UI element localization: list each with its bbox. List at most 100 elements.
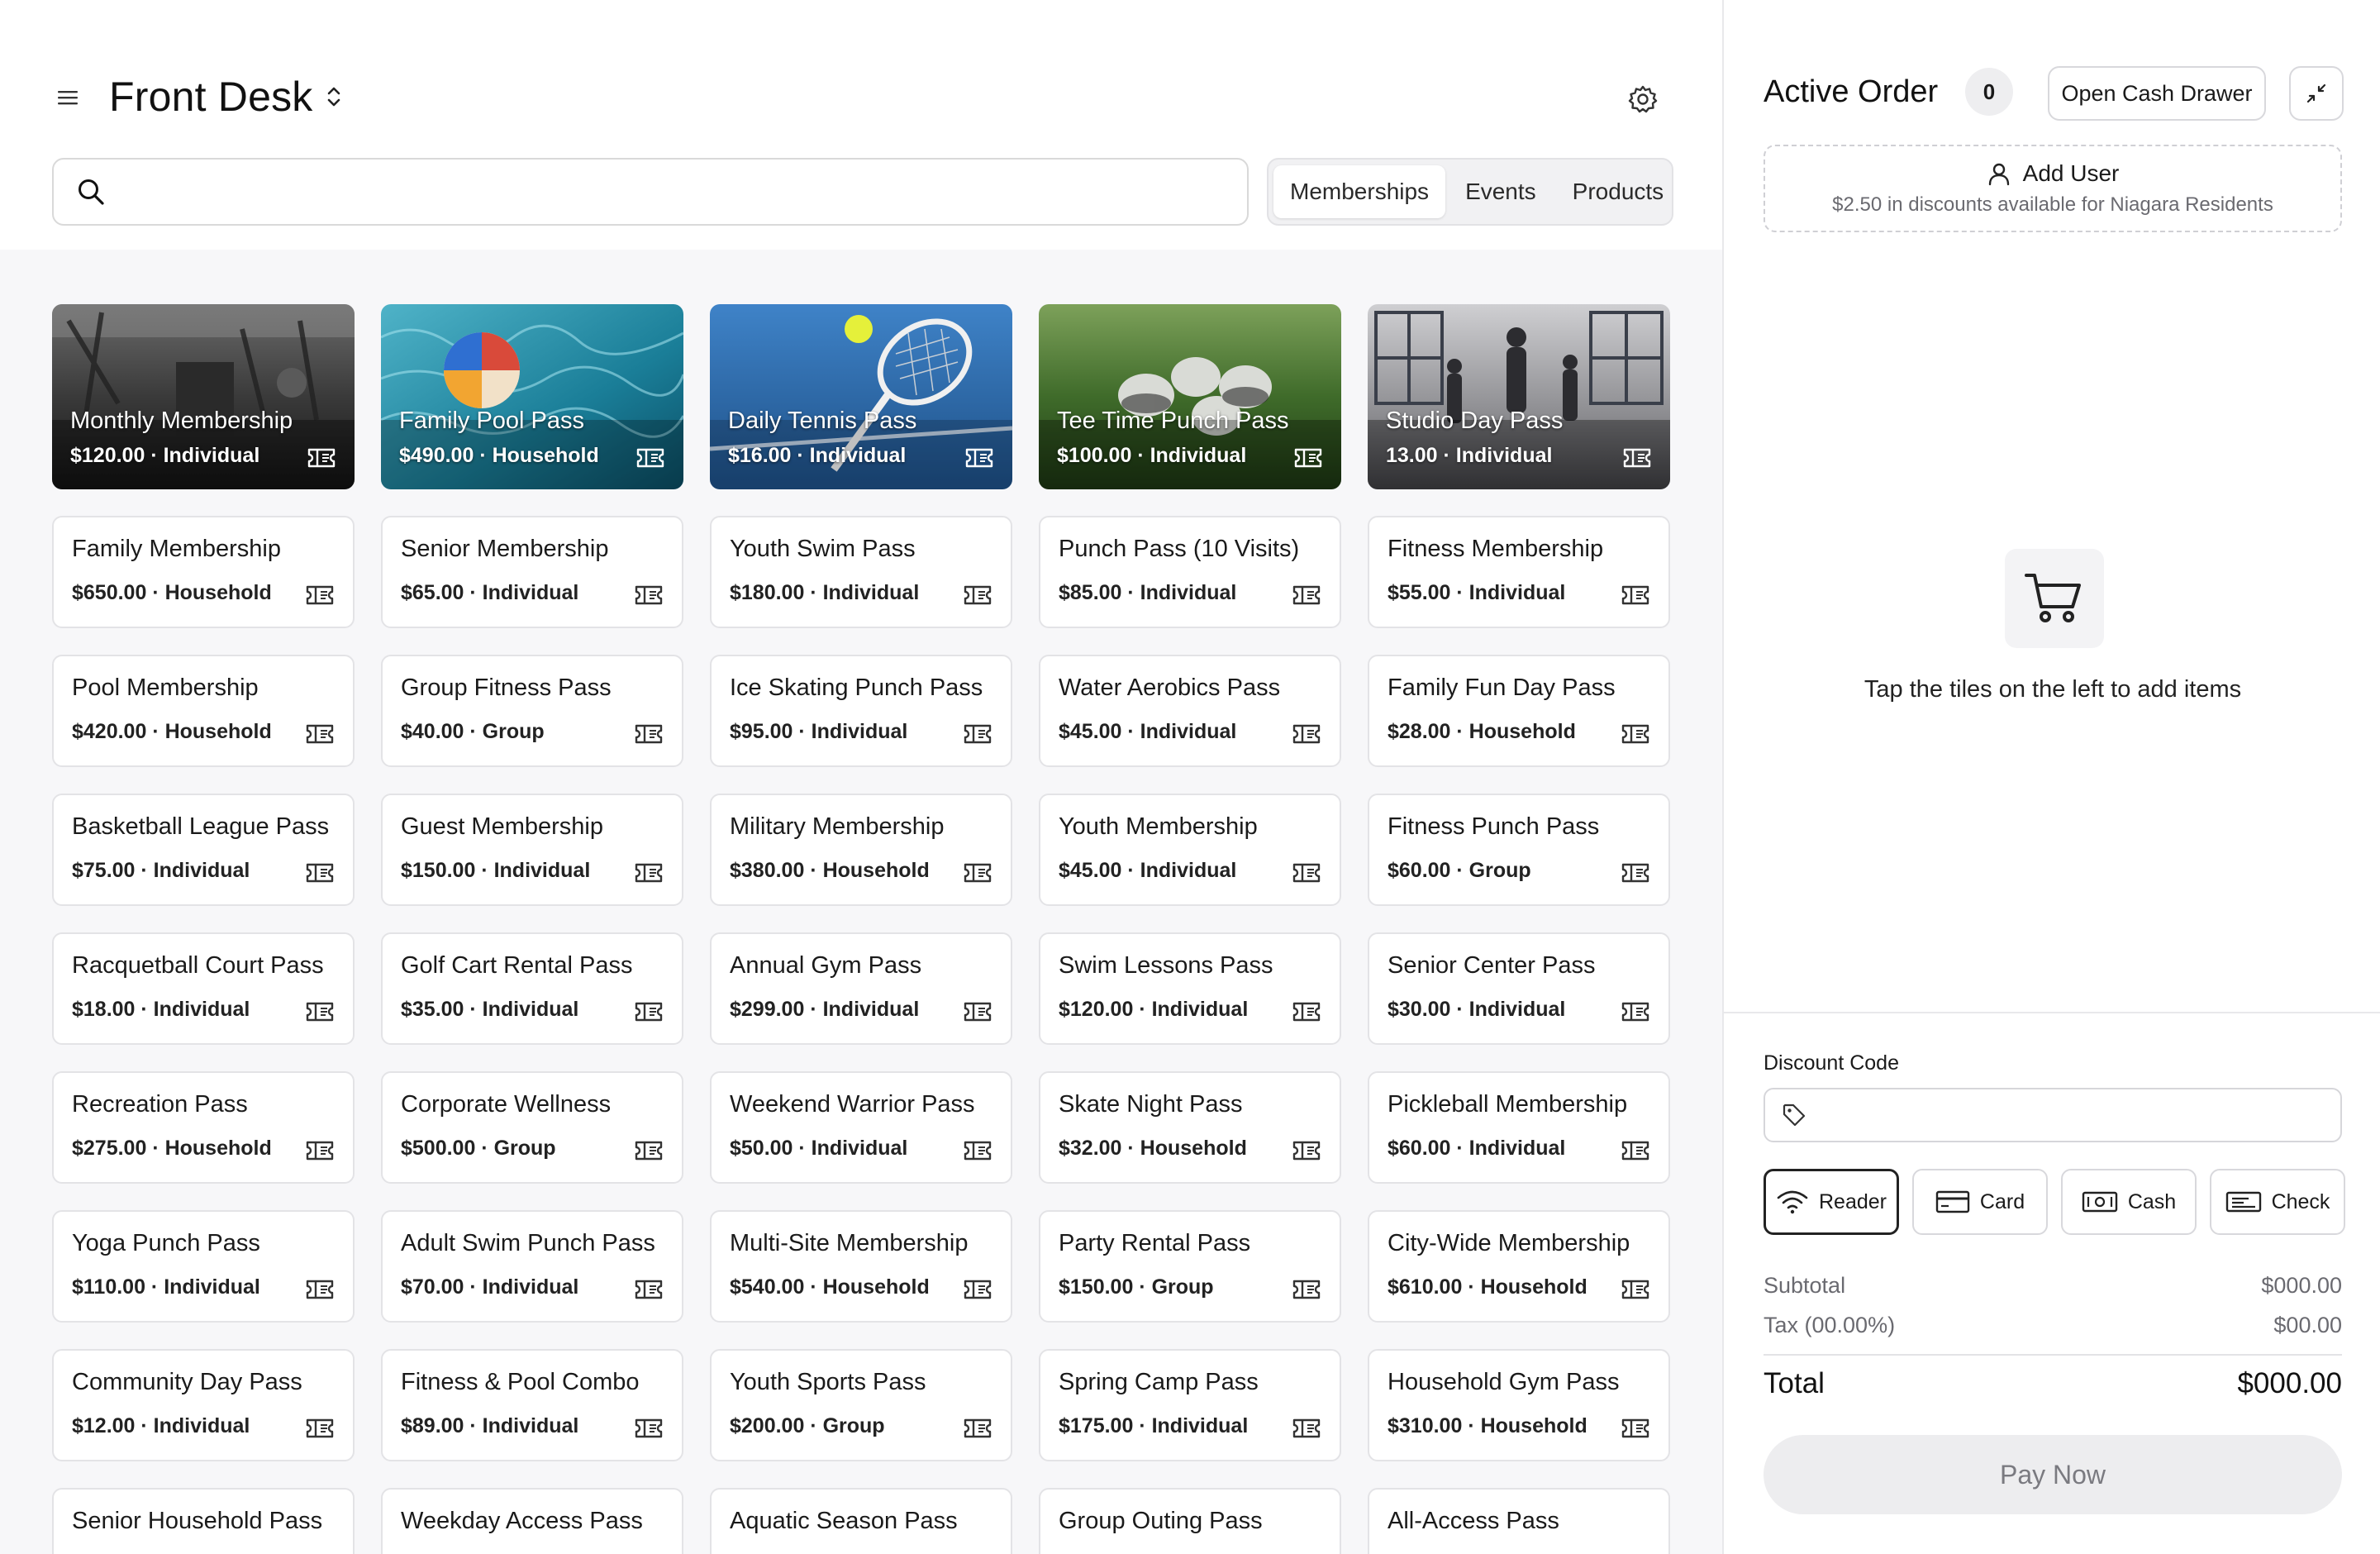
product-tile[interactable]: Youth Membership $45.00 · Individual	[1039, 794, 1341, 906]
product-tile[interactable]: Family Fun Day Pass $28.00 · Household	[1368, 655, 1670, 767]
product-tile[interactable]: Senior Center Pass $30.00 · Individual	[1368, 932, 1670, 1045]
product-tile[interactable]: Party Rental Pass $150.00 · Group	[1039, 1210, 1341, 1323]
tile-price: $40.00 · Group	[401, 720, 545, 743]
product-tile[interactable]: Military Membership $380.00 · Household	[710, 794, 1012, 906]
ticket-icon	[306, 585, 334, 605]
tile-price: $200.00 · Group	[730, 1414, 885, 1437]
tile-name: Swim Lessons Pass	[1059, 952, 1273, 979]
tab-events[interactable]: Events	[1449, 165, 1553, 218]
tab-memberships[interactable]: Memberships	[1273, 165, 1446, 218]
tile-price: $175.00 · Individual	[1059, 1414, 1249, 1437]
tax-value: $00.00	[2273, 1313, 2342, 1337]
product-tile[interactable]: Community Day Pass $12.00 · Individual	[52, 1349, 355, 1461]
featured-tile[interactable]: Daily Tennis Pass $16.00 · Individual	[710, 304, 1012, 489]
gear-icon[interactable]	[1626, 83, 1659, 116]
tile-price: $50.00 · Individual	[730, 1137, 908, 1160]
product-tile[interactable]: Youth Swim Pass $180.00 · Individual	[710, 516, 1012, 628]
tax-row: Tax (00.00%) $00.00	[1764, 1313, 2342, 1338]
search-bar[interactable]	[52, 158, 1249, 226]
checkout-section: Discount Code Reader Card Cash Check Sub…	[1724, 1012, 2380, 1554]
product-tile[interactable]: Racquetball Court Pass $18.00 · Individua…	[52, 932, 355, 1045]
tile-price: $32.00 · Household	[1059, 1137, 1247, 1160]
tile-price: $85.00 · Individual	[1059, 581, 1237, 604]
location-switcher[interactable]: Front Desk	[109, 73, 343, 121]
tile-name: Guest Membership	[401, 813, 603, 840]
check-icon	[2225, 1191, 2261, 1213]
product-tile[interactable]: Family Membership $650.00 · Household	[52, 516, 355, 628]
tile-name: Senior Center Pass	[1388, 952, 1596, 979]
product-tile[interactable]: Fitness & Pool Combo $89.00 · Individual	[381, 1349, 683, 1461]
tab-products[interactable]: Products	[1556, 165, 1681, 218]
featured-tile[interactable]: Monthly Membership $120.00 · Individual	[52, 304, 355, 489]
tile-name: Family Pool Pass	[399, 408, 585, 434]
product-tile[interactable]: Fitness Punch Pass $60.00 · Group	[1368, 794, 1670, 906]
payment-method-card[interactable]: Card	[1912, 1169, 2048, 1235]
discount-code-input[interactable]	[1818, 1102, 2340, 1128]
user-icon	[1988, 163, 2009, 186]
pay-now-button[interactable]: Pay Now	[1764, 1435, 2342, 1514]
tile-name: Multi-Site Membership	[730, 1230, 969, 1256]
product-tile[interactable]: Yoga Punch Pass $110.00 · Individual	[52, 1210, 355, 1323]
product-tile[interactable]: Golf Cart Rental Pass $35.00 · Individual	[381, 932, 683, 1045]
collapse-button[interactable]	[2289, 66, 2344, 121]
summary-divider	[1764, 1354, 2342, 1356]
search-input[interactable]	[120, 167, 1247, 217]
product-tile[interactable]: Household Gym Pass $310.00 · Household	[1368, 1349, 1670, 1461]
product-tile[interactable]: Adult Swim Punch Pass $70.00 · Individual	[381, 1210, 683, 1323]
product-tile[interactable]: Punch Pass (10 Visits) $85.00 · Individua…	[1039, 516, 1341, 628]
payment-method-check[interactable]: Check	[2210, 1169, 2345, 1235]
product-tile[interactable]: All-Access Pass	[1368, 1488, 1670, 1554]
product-tile[interactable]: Youth Sports Pass $200.00 · Group	[710, 1349, 1012, 1461]
payment-method-cash[interactable]: Cash	[2061, 1169, 2197, 1235]
product-tile[interactable]: Skate Night Pass $32.00 · Household	[1039, 1071, 1341, 1184]
product-tile[interactable]: Ice Skating Punch Pass $95.00 · Individua…	[710, 655, 1012, 767]
tile-price: $55.00 · Individual	[1388, 581, 1566, 604]
ticket-icon	[1294, 448, 1322, 468]
ticket-icon	[1623, 448, 1651, 468]
product-tile[interactable]: Water Aerobics Pass $45.00 · Individual	[1039, 655, 1341, 767]
product-tile[interactable]: Guest Membership $150.00 · Individual	[381, 794, 683, 906]
wifi-icon	[1777, 1190, 1808, 1214]
tile-price: $95.00 · Individual	[730, 720, 908, 743]
featured-tile[interactable]: Family Pool Pass $490.00 · Household	[381, 304, 683, 489]
product-tile[interactable]: Annual Gym Pass $299.00 · Individual	[710, 932, 1012, 1045]
product-tile[interactable]: Pickleball Membership $60.00 · Individual	[1368, 1071, 1670, 1184]
card-icon	[1935, 1190, 1970, 1213]
payment-method-group: Reader Card Cash Check	[1764, 1169, 2345, 1235]
product-tile[interactable]: Group Fitness Pass $40.00 · Group	[381, 655, 683, 767]
tile-name: Senior Household Pass	[72, 1508, 323, 1534]
product-tile[interactable]: Weekday Access Pass	[381, 1488, 683, 1554]
product-tile[interactable]: Senior Household Pass	[52, 1488, 355, 1554]
tile-name: Skate Night Pass	[1059, 1091, 1243, 1118]
tile-name: Adult Swim Punch Pass	[401, 1230, 655, 1256]
product-tile[interactable]: Spring Camp Pass $175.00 · Individual	[1039, 1349, 1341, 1461]
tile-name: Family Membership	[72, 536, 281, 562]
product-tile[interactable]: Senior Membership $65.00 · Individual	[381, 516, 683, 628]
product-tile[interactable]: Weekend Warrior Pass $50.00 · Individual	[710, 1071, 1012, 1184]
featured-tile[interactable]: Tee Time Punch Pass $100.00 · Individual	[1039, 304, 1341, 489]
featured-tile[interactable]: Studio Day Pass 13.00 · Individual	[1368, 304, 1670, 489]
hamburger-menu-icon[interactable]	[56, 86, 79, 109]
payment-method-reader[interactable]: Reader	[1764, 1169, 1899, 1235]
product-tile[interactable]: Aquatic Season Pass	[710, 1488, 1012, 1554]
tile-name: Youth Membership	[1059, 813, 1258, 840]
product-tile[interactable]: Pool Membership $420.00 · Household	[52, 655, 355, 767]
add-user-button[interactable]: Add User $2.50 in discounts available fo…	[1764, 145, 2342, 232]
product-tile[interactable]: Basketball League Pass $75.00 · Individua…	[52, 794, 355, 906]
product-tile[interactable]: Fitness Membership $55.00 · Individual	[1368, 516, 1670, 628]
open-cash-drawer-button[interactable]: Open Cash Drawer	[2048, 66, 2266, 121]
product-tile[interactable]: Corporate Wellness $500.00 · Group	[381, 1071, 683, 1184]
subtotal-label: Subtotal	[1764, 1273, 1846, 1298]
tile-price: $650.00 · Household	[72, 581, 272, 604]
product-tile[interactable]: Multi-Site Membership $540.00 · Household	[710, 1210, 1012, 1323]
product-tile[interactable]: Group Outing Pass	[1039, 1488, 1341, 1554]
shopping-cart-icon	[2025, 574, 2081, 622]
product-tile[interactable]: Swim Lessons Pass $120.00 · Individual	[1039, 932, 1341, 1045]
ticket-icon	[1621, 1141, 1649, 1161]
product-tile[interactable]: Recreation Pass $275.00 · Household	[52, 1071, 355, 1184]
total-value: $000.00	[2237, 1367, 2342, 1399]
discount-code-field[interactable]	[1764, 1088, 2342, 1142]
product-tile[interactable]: City-Wide Membership $610.00 · Household	[1368, 1210, 1670, 1323]
ticket-icon	[635, 1002, 663, 1022]
tile-name: Monthly Membership	[70, 408, 293, 434]
